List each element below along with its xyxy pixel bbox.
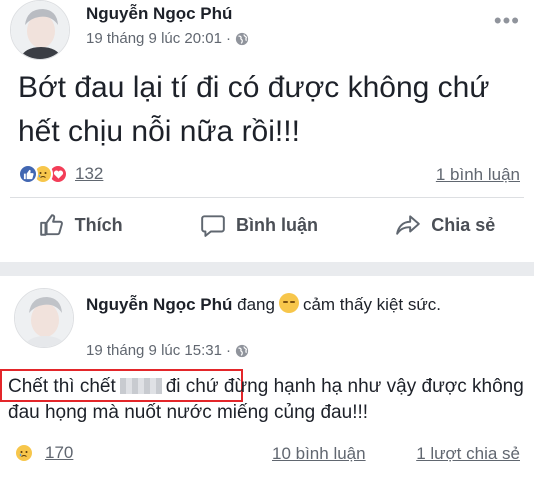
meta-separator: · <box>225 342 231 359</box>
post-meta: 19 tháng 9 lúc 20:01 · <box>86 30 249 47</box>
post-1: Nguyễn Ngọc Phú 19 tháng 9 lúc 20:01 · •… <box>0 0 534 262</box>
timestamp[interactable]: 19 tháng 9 lúc 20:01 <box>86 30 222 47</box>
content-highlighted-b: đi chứ <box>165 376 219 397</box>
like-reaction-icon <box>18 164 38 184</box>
reaction-count[interactable]: 170 <box>45 443 73 463</box>
author-avatar[interactable] <box>14 288 74 348</box>
like-label: Thích <box>74 214 123 235</box>
shares-count-link[interactable]: 1 lượt chia sẻ <box>416 444 520 464</box>
sad-reaction-icon <box>14 443 34 463</box>
comment-bubble-icon <box>201 215 225 237</box>
comment-button[interactable]: Bình luận <box>200 212 318 238</box>
comments-count-link[interactable]: 10 bình luận <box>272 444 366 464</box>
author-name[interactable]: Nguyễn Ngọc Phú <box>86 4 232 24</box>
share-arrow-icon <box>396 215 421 235</box>
thumbs-up-icon <box>39 214 63 236</box>
relieved-face-icon <box>278 293 299 313</box>
post-2: Nguyễn Ngọc Phú đang cảm thấy kiệt sức. 1… <box>0 276 534 481</box>
reactions-summary[interactable]: 132 <box>18 164 103 184</box>
feed-separator <box>0 262 534 276</box>
post-content: Bớt đau lại tí đi có được không chứ hết … <box>18 71 490 148</box>
author-avatar[interactable] <box>10 0 70 60</box>
globe-icon <box>235 344 249 357</box>
reactions-summary[interactable]: 170 <box>14 443 73 463</box>
feeling-text[interactable]: cảm thấy kiệt sức. <box>303 295 441 314</box>
meta-separator: · <box>225 30 231 47</box>
feeling-prefix: đang <box>237 295 275 314</box>
share-label: Chia sẻ <box>431 214 496 235</box>
post-header: Nguyễn Ngọc Phú đang cảm thấy kiệt sức. <box>86 292 526 318</box>
post-actions: Thích Bình luận Chia sẻ <box>0 212 534 238</box>
like-button[interactable]: Thích <box>39 212 123 238</box>
divider <box>10 197 524 198</box>
post-meta: 19 tháng 9 lúc 15:31 · <box>86 342 249 359</box>
timestamp[interactable]: 19 tháng 9 lúc 15:31 <box>86 342 222 359</box>
comment-label: Bình luận <box>235 214 318 235</box>
share-button[interactable]: Chia sẻ <box>395 212 495 238</box>
redacted-word <box>119 378 162 394</box>
reaction-count[interactable]: 132 <box>75 164 103 184</box>
content-highlighted-a: Chết thì chết <box>8 376 116 397</box>
comments-count-link[interactable]: 1 bình luận <box>436 165 520 185</box>
globe-icon <box>235 32 249 45</box>
more-options-icon[interactable]: ••• <box>494 8 520 34</box>
post-content: Chết thì chết đi chứ đừng hạnh hạ như vậy… <box>8 374 528 426</box>
author-name[interactable]: Nguyễn Ngọc Phú <box>86 295 232 314</box>
